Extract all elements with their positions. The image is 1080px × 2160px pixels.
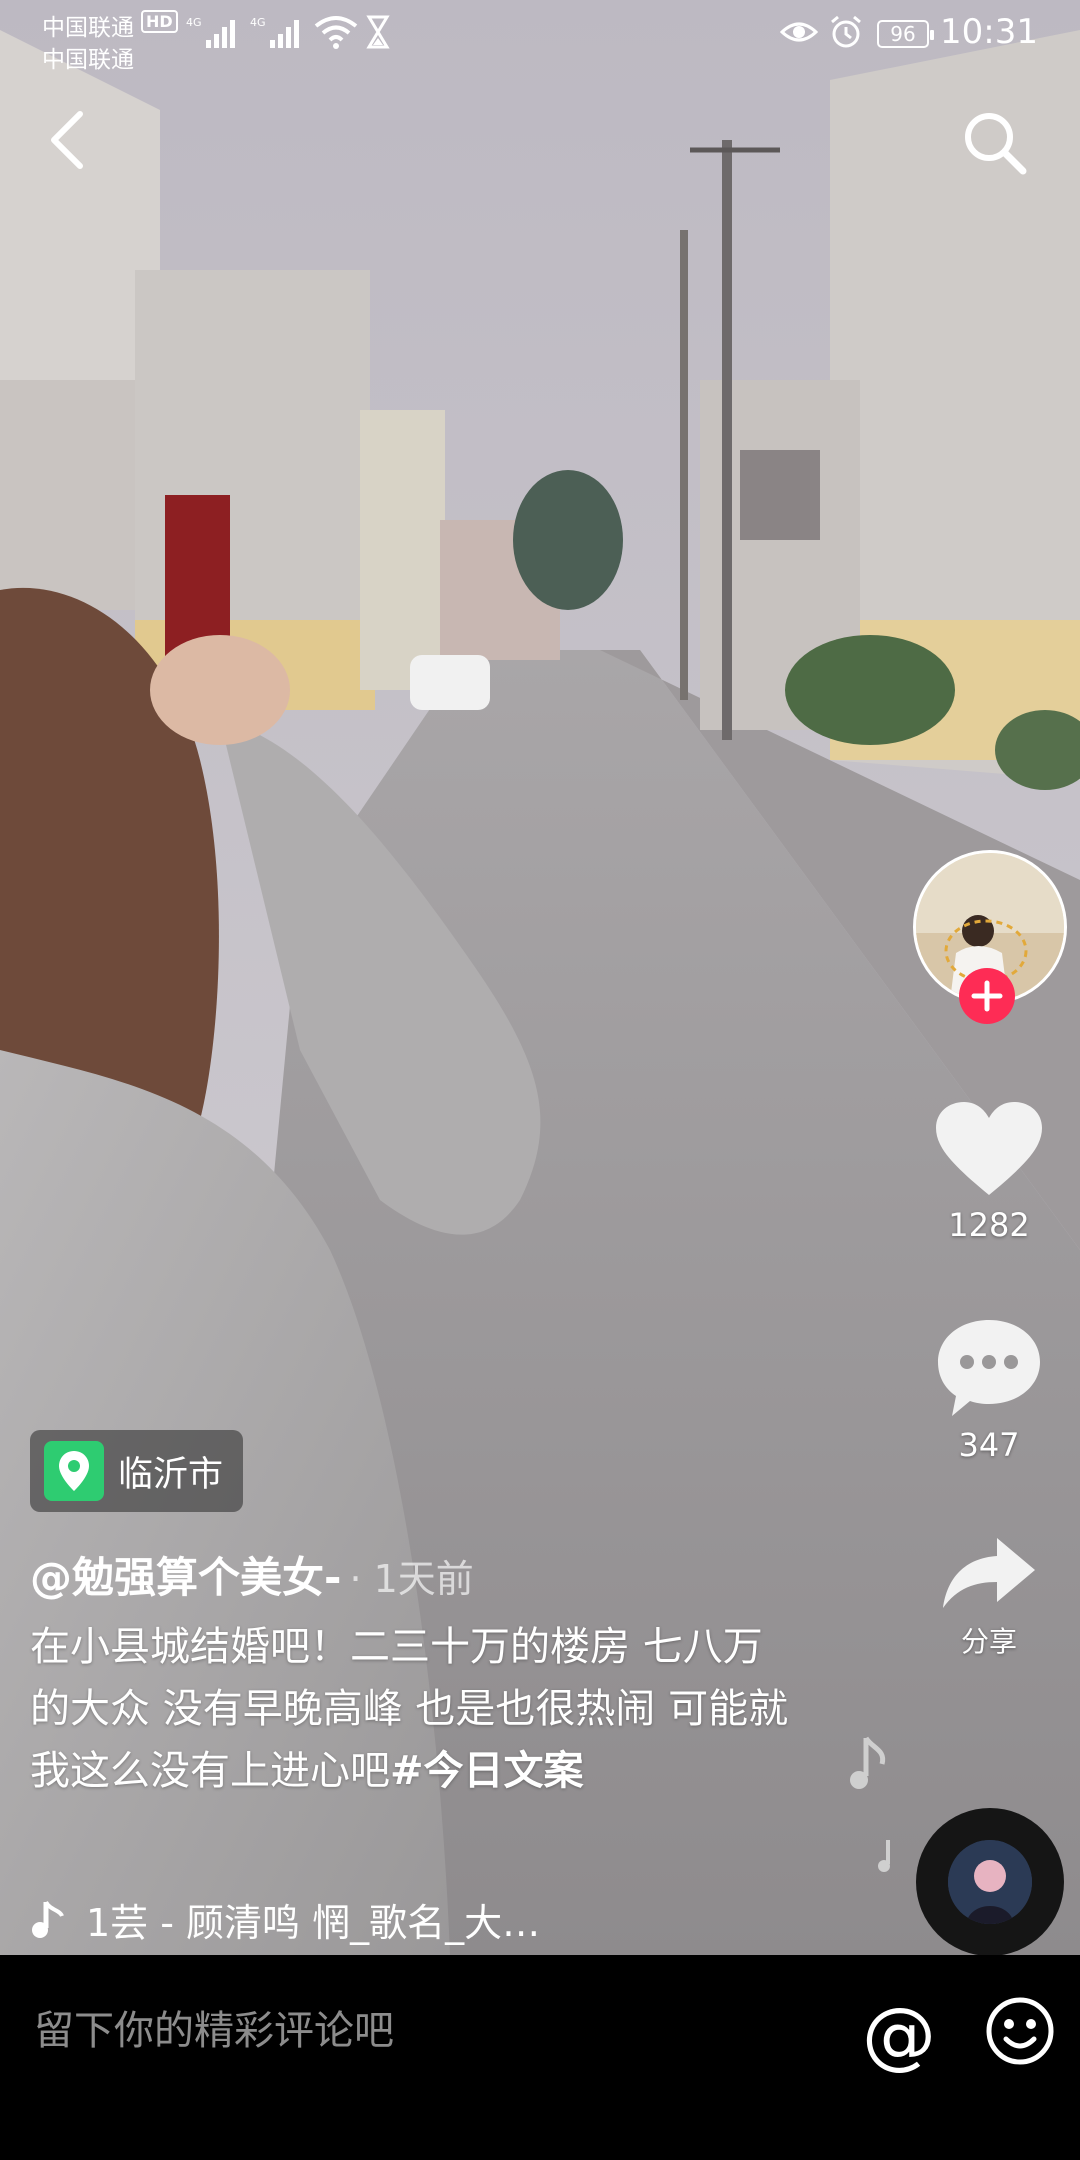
search-icon [965, 113, 1027, 175]
comment-count: 347 [958, 1426, 1020, 1464]
battery-indicator: 96 [877, 20, 934, 48]
share-button[interactable]: 分享 [909, 1534, 1069, 1660]
alarm-icon [831, 15, 861, 48]
share-label: 分享 [960, 1625, 1017, 1658]
mention-button[interactable]: @ [862, 1995, 936, 2075]
comment-input[interactable] [32, 2007, 816, 2055]
follow-button[interactable] [959, 968, 1015, 1024]
author-line: @勉强算个美女- · 1天前 [30, 1544, 474, 1605]
location-pin-icon [44, 1441, 104, 1501]
location-tag[interactable]: 临沂市 [30, 1430, 244, 1512]
chevron-left-icon [51, 111, 83, 169]
svg-text:4G: 4G [186, 16, 202, 29]
music-disc[interactable] [916, 1808, 1064, 1956]
floating-music-note-icon [878, 1840, 890, 1872]
comment-bar: @ [0, 1955, 1080, 2160]
status-bar: 中国联通 HD 中国联通 4G 4G 96 10:31 [0, 0, 1080, 78]
like-count: 1282 [948, 1206, 1030, 1244]
svg-text:4G: 4G [250, 16, 266, 29]
smiley-icon[interactable] [984, 1995, 1056, 2067]
eye-icon [780, 22, 818, 42]
video-caption: 在小县城结婚吧！二三十万的楼房 七八万的大众 没有早晚高峰 也是也很热闹 可能就… [30, 1616, 790, 1802]
floating-music-note-icon [850, 1736, 886, 1789]
hashtag-link[interactable]: #今日文案 [390, 1748, 584, 1794]
author-avatar-container [913, 850, 1067, 1024]
music-note-icon [30, 1900, 64, 1940]
wifi-icon [314, 16, 358, 49]
music-title: 1芸 - 顾清鸣 惘_歌名_大… [86, 1901, 541, 1945]
location-name: 临沂市 [118, 1454, 224, 1495]
heart-icon [936, 1102, 1042, 1195]
author-name[interactable]: @勉强算个美女- [30, 1553, 341, 1602]
music-info[interactable]: 1芸 - 顾清鸣 惘_歌名_大… [30, 1892, 570, 1947]
search-button[interactable] [960, 108, 1030, 178]
comment-bubble-icon [938, 1320, 1040, 1416]
share-arrow-icon [943, 1538, 1035, 1608]
carrier-name: 中国联通 [42, 15, 134, 41]
clock: 10:31 [940, 12, 1038, 52]
like-button[interactable]: 1282 [909, 1100, 1069, 1244]
hourglass-icon [366, 15, 390, 49]
hd-badge: HD [141, 10, 178, 33]
plus-icon [971, 980, 1003, 1012]
post-time: · 1天前 [349, 1557, 474, 1601]
comment-button[interactable]: 347 [909, 1316, 1069, 1464]
music-cover [948, 1840, 1032, 1924]
signal-icon-secondary: 4G [250, 16, 299, 48]
carrier-name-secondary: 中国联通 [42, 47, 134, 73]
signal-icon: 4G [186, 16, 235, 48]
back-button[interactable] [42, 108, 98, 172]
